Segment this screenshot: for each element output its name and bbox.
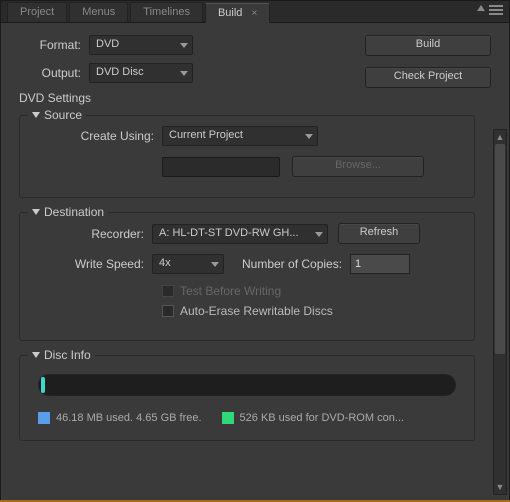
output-select[interactable]: DVD Disc [89,63,193,83]
destination-header[interactable]: Destination [28,205,108,219]
source-header[interactable]: Source [28,108,86,122]
select-value: DVD [96,38,119,50]
disclosure-icon [32,352,40,358]
output-label: Output: [19,66,81,80]
browse-button: Browse... [292,156,424,177]
select-value: A: HL-DT-ST DVD-RW GH... [159,227,299,239]
chevron-down-icon [180,71,188,76]
chevron-down-icon [305,134,313,139]
scroll-down-icon[interactable]: ▼ [494,480,506,494]
copies-input[interactable] [350,254,410,274]
panel-menu[interactable] [477,5,503,15]
source-path-row: Browse... [34,156,460,177]
output-row: Output: DVD Disc Check Project [19,63,491,83]
tab-menus[interactable]: Menus [69,2,128,22]
chevron-down-icon [315,232,323,237]
tab-bar: Project Menus Timelines Build × [1,1,509,23]
autoerase-label: Auto-Erase Rewritable Discs [180,304,333,318]
disc-usage-bar [38,374,456,396]
tab-project[interactable]: Project [7,2,67,22]
scroll-thumb[interactable] [495,144,505,354]
create-using-label: Create Using: [34,129,154,143]
source-path-field[interactable] [162,157,280,177]
panel-content: Format: DVD Build Output: DVD Disc Check… [1,23,509,501]
write-speed-select[interactable]: 4x [152,254,224,274]
menu-icon [489,5,503,15]
swatch-rom-icon [222,412,234,424]
swatch-used-icon [38,412,50,424]
recorder-row: Recorder: A: HL-DT-ST DVD-RW GH... Refre… [34,223,460,244]
source-group: Source Create Using: Current Project Bro… [19,115,475,198]
tab-build[interactable]: Build × [205,3,270,23]
destination-group: Destination Recorder: A: HL-DT-ST DVD-RW… [19,212,475,341]
disc-info-header[interactable]: Disc Info [28,348,95,362]
disclosure-icon [32,112,40,118]
disc-info-group: Disc Info 46.18 MB used. 4.65 GB free. 5… [19,355,475,441]
autoerase-row: Auto-Erase Rewritable Discs [162,304,460,318]
build-panel: Project Menus Timelines Build × Format: … [0,0,510,502]
recorder-select[interactable]: A: HL-DT-ST DVD-RW GH... [152,224,328,244]
used-text: 46.18 MB used. 4.65 GB free. [56,412,202,424]
create-using-row: Create Using: Current Project [34,126,460,146]
button-label: Browse... [335,159,381,171]
check-project-button[interactable]: Check Project [365,67,491,88]
test-before-label: Test Before Writing [180,284,281,298]
close-icon[interactable]: × [251,8,257,19]
vertical-scrollbar[interactable]: ▲ ▼ [493,129,507,495]
select-value: 4x [159,257,171,269]
tab-label: Menus [82,6,115,18]
format-row: Format: DVD Build [19,35,491,55]
format-label: Format: [19,38,81,52]
tab-label: Project [20,6,54,18]
refresh-button[interactable]: Refresh [338,223,420,244]
format-select[interactable]: DVD [89,35,193,55]
disc-usage-fill [41,377,45,393]
scroll-area: Source Create Using: Current Project Bro… [19,115,491,441]
disclosure-icon [32,209,40,215]
copies-label: Number of Copies: [242,257,342,271]
button-label: Refresh [360,226,399,238]
button-label: Check Project [394,70,462,82]
tab-timelines[interactable]: Timelines [130,2,203,22]
tab-label: Build [218,7,242,19]
group-title: Destination [44,205,104,219]
chevron-down-icon [477,5,485,11]
create-using-select[interactable]: Current Project [162,126,318,146]
disc-legend: 46.18 MB used. 4.65 GB free. 526 KB used… [34,412,460,424]
chevron-down-icon [211,262,219,267]
tab-label: Timelines [143,6,190,18]
select-value: Current Project [169,129,243,141]
write-speed-row: Write Speed: 4x Number of Copies: [34,254,460,274]
recorder-label: Recorder: [34,227,144,241]
autoerase-checkbox[interactable] [162,305,174,317]
build-button[interactable]: Build [365,35,491,56]
test-before-checkbox [162,285,174,297]
select-value: DVD Disc [96,66,144,78]
button-label: Build [416,38,440,50]
scroll-up-icon[interactable]: ▲ [494,130,506,144]
rom-text: 526 KB used for DVD-ROM con... [240,412,404,424]
group-title: Disc Info [44,348,91,362]
group-title: Source [44,108,82,122]
settings-title: DVD Settings [19,91,491,105]
test-before-row: Test Before Writing [162,284,460,298]
chevron-down-icon [180,43,188,48]
write-speed-label: Write Speed: [34,257,144,271]
